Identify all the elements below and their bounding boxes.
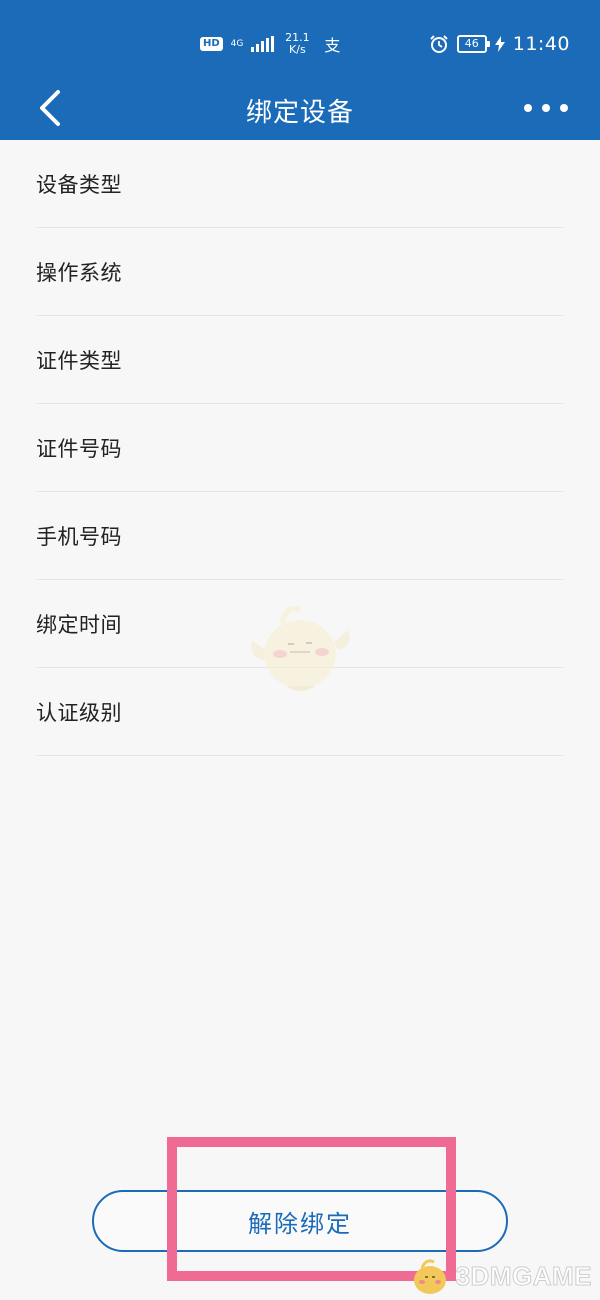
page-title: 绑定设备	[245, 98, 354, 128]
network-type: 4G	[230, 39, 244, 49]
list-item-label: 绑定时间	[36, 612, 122, 637]
watermark-logo-icon	[413, 1259, 446, 1294]
app-header: HD 4G 21.1 K/s 支 46 11:40 绑定设备	[0, 0, 600, 140]
list-item-label: 手机号码	[36, 524, 122, 549]
battery-level: 46	[464, 37, 479, 50]
list-item-label: 证件类型	[36, 348, 122, 373]
status-left: HD 4G 21.1 K/s 支	[200, 30, 340, 58]
signal-icon	[251, 36, 275, 52]
more-dot-icon	[524, 104, 532, 112]
speed-unit: K/s	[289, 43, 306, 56]
list-item-id-type: 证件类型	[36, 316, 564, 404]
more-menu-button[interactable]	[524, 92, 568, 124]
nav-bar: 绑定设备	[0, 76, 600, 140]
alipay-icon: 支	[324, 36, 341, 55]
watermark-text: 3DMGAME	[455, 1260, 592, 1291]
list-item-label: 证件号码	[36, 436, 122, 461]
battery-icon: 46	[456, 35, 490, 53]
more-dot-icon	[542, 104, 550, 112]
list-item-label: 认证级别	[36, 700, 122, 725]
list-item-device-type: 设备类型	[36, 140, 564, 228]
charging-icon	[494, 36, 505, 52]
list-item-label: 设备类型	[36, 172, 122, 197]
hd-badge: HD	[200, 37, 223, 51]
more-dot-icon	[560, 104, 568, 112]
network-speed: 21.1 K/s	[282, 32, 312, 56]
clock: 11:40	[512, 33, 570, 55]
site-watermark: 3DMGAME	[408, 1254, 592, 1298]
list-item-id-number: 证件号码	[36, 404, 564, 492]
alarm-icon	[430, 35, 448, 53]
list-item-os: 操作系统	[36, 228, 564, 316]
screen: HD 4G 21.1 K/s 支 46 11:40 绑定设备 设备类型 操作系统…	[0, 0, 600, 1300]
list-item-label: 操作系统	[36, 260, 122, 285]
status-right: 46 11:40	[429, 30, 570, 58]
status-bar: HD 4G 21.1 K/s 支 46 11:40	[0, 0, 600, 76]
list-item-phone: 手机号码	[36, 492, 564, 580]
mascot-watermark-icon	[251, 605, 350, 691]
